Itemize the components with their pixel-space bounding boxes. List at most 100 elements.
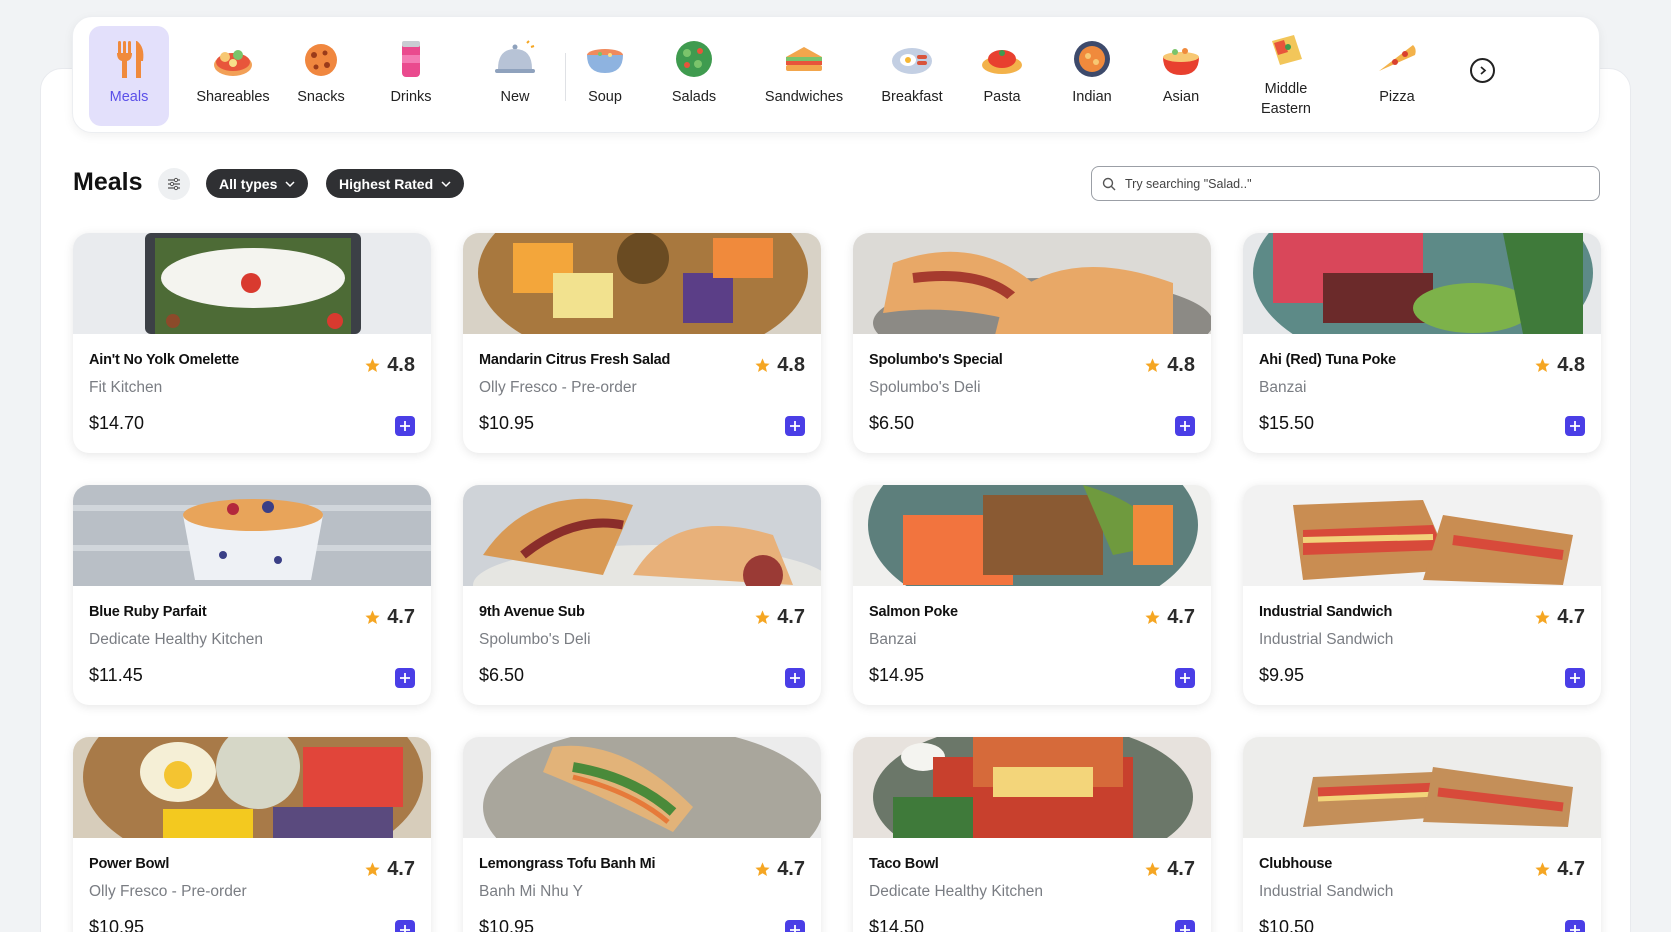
meal-name: Spolumbo's Special — [869, 352, 1003, 368]
meal-card[interactable]: Ahi (Red) Tuna Poke 4.8 Banzai $15.50 — [1243, 233, 1601, 453]
salad-icon — [668, 33, 720, 85]
meal-image — [853, 485, 1211, 586]
star-icon — [365, 358, 380, 373]
meal-image — [463, 485, 821, 586]
add-to-cart-button[interactable] — [1565, 920, 1585, 932]
meal-name: 9th Avenue Sub — [479, 604, 585, 620]
meal-price: $14.95 — [869, 665, 925, 685]
category-middle-eastern[interactable]: Middle Eastern — [1240, 21, 1332, 121]
meal-card[interactable]: Salmon Poke 4.7 Banzai $14.95 — [853, 485, 1211, 705]
star-icon — [365, 610, 380, 625]
add-to-cart-button[interactable] — [1175, 920, 1195, 932]
meal-card[interactable]: Taco Bowl 4.7 Dedicate Healthy Kitchen $… — [853, 737, 1211, 932]
rating: 4.7 — [754, 858, 805, 881]
meal-card[interactable]: Blue Ruby Parfait 4.7 Dedicate Healthy K… — [73, 485, 431, 705]
add-to-cart-button[interactable] — [395, 416, 415, 436]
meal-card[interactable]: Power Bowl 4.7 Olly Fresco - Pre-order $… — [73, 737, 431, 932]
meal-image — [73, 233, 431, 334]
category-shareables[interactable]: Shareables — [181, 26, 285, 126]
category-breakfast[interactable]: Breakfast — [870, 26, 954, 126]
meal-name: Ahi (Red) Tuna Poke — [1259, 352, 1396, 368]
rating: 4.8 — [1144, 354, 1195, 377]
vendor-name: Fit Kitchen — [89, 379, 163, 396]
plus-icon — [400, 421, 410, 431]
category-label: Sandwiches — [764, 89, 844, 105]
meal-card[interactable]: Clubhouse 4.7 Industrial Sandwich $10.50 — [1243, 737, 1601, 932]
plus-icon — [1570, 673, 1580, 683]
add-to-cart-button[interactable] — [1175, 416, 1195, 436]
rating: 4.7 — [1144, 858, 1195, 881]
category-label: Indian — [1072, 89, 1112, 105]
category-sandwiches[interactable]: Sandwiches — [752, 26, 856, 126]
category-snacks[interactable]: Snacks — [286, 26, 356, 126]
vendor-name: Spolumbo's Deli — [479, 631, 591, 648]
category-salads[interactable]: Salads — [660, 26, 728, 126]
vendor-name: Olly Fresco - Pre-order — [479, 379, 637, 396]
category-label: New — [500, 89, 530, 105]
rating-value: 4.8 — [1167, 354, 1195, 376]
add-to-cart-button[interactable] — [785, 920, 805, 932]
plus-icon — [400, 673, 410, 683]
sort-dropdown[interactable]: Highest Rated — [326, 169, 465, 198]
search-input[interactable] — [1125, 176, 1565, 191]
add-to-cart-button[interactable] — [1175, 668, 1195, 688]
type-filter-dropdown[interactable]: All types — [206, 169, 309, 198]
category-meals[interactable]: Meals — [89, 26, 169, 126]
rating-value: 4.7 — [1167, 858, 1195, 880]
meal-card[interactable]: Industrial Sandwich 4.7 Industrial Sandw… — [1243, 485, 1601, 705]
category-soup[interactable]: Soup — [571, 26, 639, 126]
cookie-icon — [295, 33, 347, 85]
chevron-right-icon[interactable] — [1470, 58, 1495, 83]
type-filter-label: All types — [219, 175, 278, 192]
add-to-cart-button[interactable] — [785, 416, 805, 436]
filter-settings-button[interactable] — [158, 168, 190, 200]
rating: 4.7 — [1144, 606, 1195, 629]
meal-card[interactable]: Mandarin Citrus Fresh Salad 4.8 Olly Fre… — [463, 233, 821, 453]
breakfast-plate-icon — [886, 33, 938, 85]
rating-value: 4.7 — [777, 606, 805, 628]
plus-icon — [400, 925, 410, 932]
meal-card[interactable]: 9th Avenue Sub 4.7 Spolumbo's Deli $6.50 — [463, 485, 821, 705]
sliders-icon — [168, 177, 180, 191]
asian-bowl-icon — [1155, 33, 1207, 85]
rating: 4.7 — [754, 606, 805, 629]
meal-card[interactable]: Lemongrass Tofu Banh Mi 4.7 Banh Mi Nhu … — [463, 737, 821, 932]
category-label: Asian — [1162, 89, 1200, 105]
rating: 4.7 — [1534, 858, 1585, 881]
category-indian[interactable]: Indian — [1058, 26, 1126, 126]
meal-card[interactable]: Ain't No Yolk Omelette 4.8 Fit Kitchen $… — [73, 233, 431, 453]
meal-name: Industrial Sandwich — [1259, 604, 1393, 620]
add-to-cart-button[interactable] — [395, 920, 415, 932]
pizza-icon — [1371, 33, 1423, 85]
search-box[interactable] — [1091, 166, 1600, 201]
meal-name: Lemongrass Tofu Banh Mi — [479, 856, 656, 872]
meal-price: $11.45 — [89, 665, 143, 685]
rating-value: 4.7 — [1557, 606, 1585, 628]
chevron-down-icon — [441, 180, 451, 187]
category-drinks[interactable]: Drinks — [377, 26, 445, 126]
category-pasta[interactable]: Pasta — [968, 26, 1036, 126]
rating: 4.7 — [364, 858, 415, 881]
add-to-cart-button[interactable] — [1565, 668, 1585, 688]
vendor-name: Dedicate Healthy Kitchen — [869, 883, 1044, 900]
add-to-cart-button[interactable] — [785, 668, 805, 688]
plus-icon — [790, 673, 800, 683]
add-to-cart-button[interactable] — [1565, 416, 1585, 436]
category-pizza[interactable]: Pizza — [1363, 26, 1431, 126]
category-asian[interactable]: Asian — [1147, 26, 1215, 126]
category-label: Shareables — [196, 89, 270, 105]
category-new[interactable]: New — [481, 26, 549, 126]
meal-price: $10.95 — [89, 917, 145, 932]
star-icon — [1145, 358, 1160, 373]
soda-can-icon — [385, 33, 437, 85]
meal-image — [463, 737, 821, 838]
page-title: Meals — [73, 168, 143, 196]
plus-icon — [1180, 673, 1190, 683]
meal-price: $9.95 — [1259, 665, 1305, 685]
category-label: Middle Eastern — [1261, 81, 1311, 117]
meal-image — [73, 485, 431, 586]
meal-name: Salmon Poke — [869, 604, 958, 620]
star-icon — [755, 358, 770, 373]
add-to-cart-button[interactable] — [395, 668, 415, 688]
meal-card[interactable]: Spolumbo's Special 4.8 Spolumbo's Deli $… — [853, 233, 1211, 453]
